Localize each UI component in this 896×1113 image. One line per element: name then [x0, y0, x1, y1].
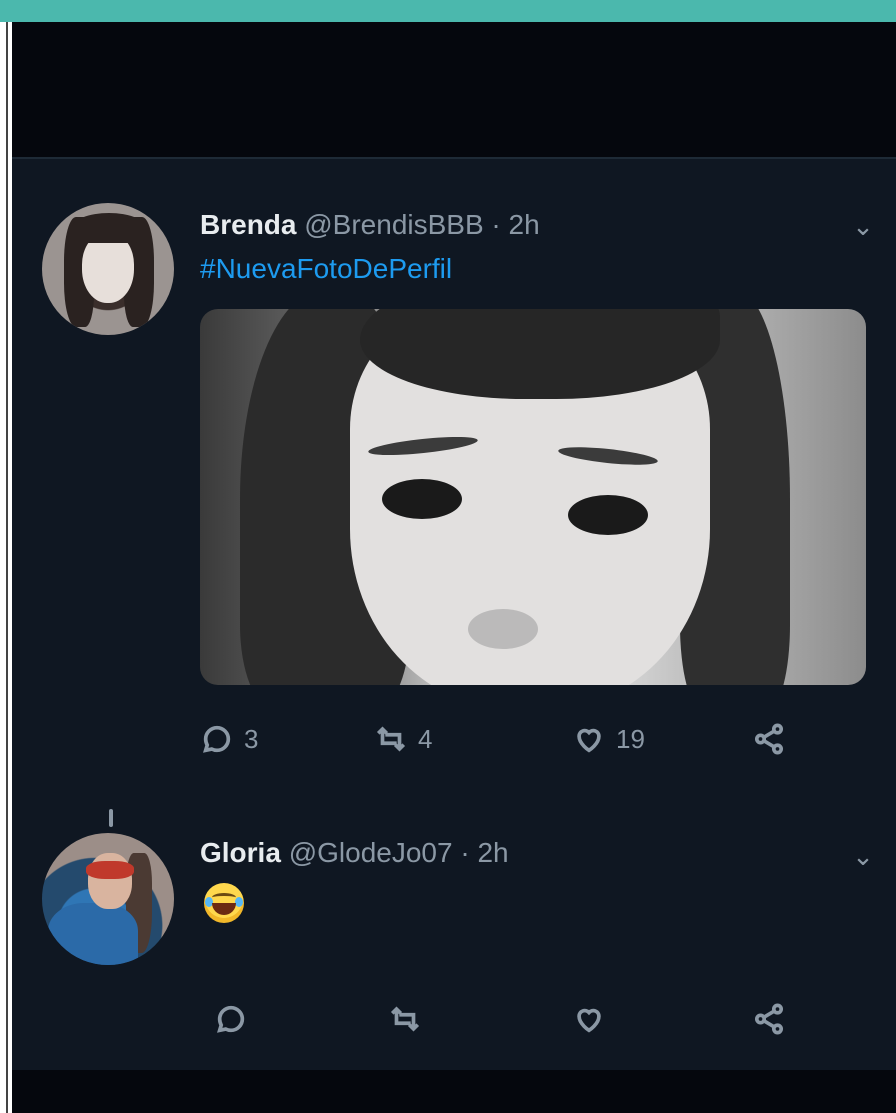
like-button[interactable]: 19	[572, 719, 645, 759]
tweet-actions: 3 4 19	[200, 719, 860, 759]
avatar-hair	[72, 213, 146, 243]
display-name[interactable]: Brenda	[200, 209, 296, 240]
top-status-bar	[0, 0, 896, 22]
avatar[interactable]	[42, 203, 174, 335]
separator: ·	[491, 209, 501, 240]
avatar[interactable]	[42, 833, 174, 965]
tweet-header: Brenda @BrendisBBB · 2h	[200, 205, 540, 245]
reply-button[interactable]	[214, 999, 258, 1039]
chevron-down-icon[interactable]: ⌄	[850, 843, 876, 869]
separator: ·	[460, 837, 470, 868]
timestamp[interactable]: 2h	[477, 837, 508, 868]
app-screen: Brenda @BrendisBBB · 2h ⌄ #NuevaFotoDePe…	[12, 22, 896, 1113]
avatar-body	[48, 903, 138, 965]
retweet-icon	[376, 726, 406, 752]
left-frame-border	[0, 22, 12, 1113]
emoji-eyes	[212, 893, 236, 902]
reply-button[interactable]: 3	[200, 719, 258, 759]
like-count: 19	[616, 723, 645, 754]
like-button[interactable]	[572, 999, 616, 1039]
user-handle[interactable]: @GlodeJo07	[289, 837, 453, 868]
rolling-on-floor-laughing-emoji	[204, 883, 244, 923]
emoji-mouth	[212, 903, 236, 915]
like-icon	[577, 728, 601, 753]
retweet-icon	[390, 1006, 420, 1032]
user-handle[interactable]: @BrendisBBB	[304, 209, 483, 240]
photo-eye	[382, 479, 462, 519]
emoji-tear	[235, 897, 243, 907]
tweet-actions	[200, 999, 860, 1039]
avatar-face	[82, 233, 134, 303]
reply-icon	[217, 1005, 245, 1033]
photo-nose	[468, 609, 538, 649]
share-icon	[754, 1003, 784, 1035]
retweet-count: 4	[418, 723, 433, 754]
chevron-down-icon[interactable]: ⌄	[850, 213, 876, 239]
display-name[interactable]: Gloria	[200, 837, 281, 868]
timestamp[interactable]: 2h	[509, 209, 540, 240]
top-header-area	[12, 22, 896, 157]
reply-count: 3	[244, 723, 259, 754]
hashtag-link[interactable]: #NuevaFotoDePerfil	[200, 251, 452, 287]
timeline: Brenda @BrendisBBB · 2h ⌄ #NuevaFotoDePe…	[12, 157, 896, 1072]
retweet-button[interactable]: 4	[374, 719, 432, 759]
share-icon	[754, 723, 784, 755]
tweet-gloria[interactable]: Gloria @GlodeJo07 · 2h ⌄	[12, 819, 896, 1069]
share-button[interactable]	[752, 719, 786, 759]
avatar-mask	[86, 861, 134, 879]
tweet-header: Gloria @GlodeJo07 · 2h	[200, 833, 509, 873]
reply-icon	[203, 725, 231, 753]
retweet-button[interactable]	[388, 999, 432, 1039]
photo-eye	[568, 495, 648, 535]
bottom-area	[12, 1070, 896, 1113]
share-button[interactable]	[752, 999, 786, 1039]
tweet-photo[interactable]	[200, 309, 866, 685]
like-icon	[577, 1008, 601, 1033]
tweet-brenda[interactable]: Brenda @BrendisBBB · 2h ⌄ #NuevaFotoDePe…	[12, 159, 896, 779]
